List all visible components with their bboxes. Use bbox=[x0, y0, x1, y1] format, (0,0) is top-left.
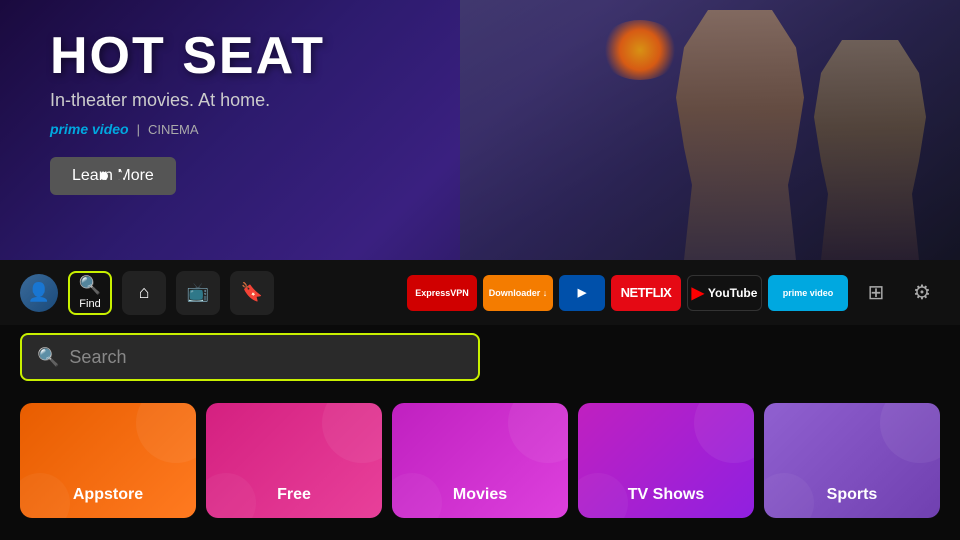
search-bar[interactable]: 🔍 Search bbox=[20, 333, 480, 381]
tile-deco-1 bbox=[136, 403, 196, 463]
free-label: Free bbox=[277, 486, 311, 504]
search-placeholder: Search bbox=[69, 347, 126, 368]
home-button[interactable]: ⌂ bbox=[122, 271, 166, 315]
grid-button[interactable]: ⊞ bbox=[858, 275, 894, 311]
expressvpn-label: ExpressVPN bbox=[415, 288, 469, 298]
tv-icon: 📺 bbox=[187, 282, 209, 303]
sports-label: Sports bbox=[827, 486, 878, 504]
bookmark-icon: 🔖 bbox=[241, 282, 263, 303]
expressvpn-app[interactable]: ExpressVPN bbox=[407, 275, 477, 311]
cinema-label: CINEMA bbox=[148, 122, 199, 137]
youtube-app[interactable]: ▶ YouTube bbox=[687, 275, 762, 311]
avatar[interactable]: 👤 bbox=[20, 274, 58, 312]
youtube-label: YouTube bbox=[708, 286, 758, 300]
free-tile[interactable]: Free bbox=[206, 403, 382, 518]
hero-explosion-effect bbox=[600, 20, 680, 80]
downloader-label: Downloader ↓ bbox=[489, 288, 548, 298]
youtube-play-icon: ▶ bbox=[692, 283, 704, 303]
dot-1 bbox=[100, 172, 108, 180]
prime-video-label: prime video bbox=[783, 288, 834, 298]
movies-tile[interactable]: Movies bbox=[392, 403, 568, 518]
find-label: Find bbox=[79, 298, 100, 310]
downloader-app[interactable]: Downloader ↓ bbox=[483, 275, 553, 311]
find-button[interactable]: 🔍 Find bbox=[68, 271, 112, 315]
search-bar-icon: 🔍 bbox=[37, 347, 59, 368]
hero-separator: | bbox=[137, 122, 140, 137]
tvshows-tile[interactable]: TV Shows bbox=[578, 403, 754, 518]
prime-video-label: prime video bbox=[50, 121, 129, 137]
search-section: 🔍 Search bbox=[0, 325, 960, 389]
tile-deco-2 bbox=[20, 473, 70, 518]
hero-content: HOT SEAT In-theater movies. At home. pri… bbox=[50, 30, 325, 195]
netflix-label: NETFLIX bbox=[621, 285, 672, 300]
tile-deco-2 bbox=[764, 473, 814, 518]
tile-deco-2 bbox=[578, 473, 628, 518]
search-icon: 🔍 bbox=[79, 275, 101, 296]
home-icon: ⌂ bbox=[139, 282, 150, 303]
tile-deco-1 bbox=[508, 403, 568, 463]
tile-deco-1 bbox=[694, 403, 754, 463]
tvshows-label: TV Shows bbox=[628, 486, 704, 504]
appstore-tile[interactable]: Appstore bbox=[20, 403, 196, 518]
hero-brand: prime video | CINEMA bbox=[50, 121, 325, 137]
bookmark-button[interactable]: 🔖 bbox=[230, 271, 274, 315]
tile-deco-2 bbox=[206, 473, 256, 518]
app-shortcuts: ExpressVPN Downloader ↓ ▶ NETFLIX ▶ YouT… bbox=[407, 275, 848, 311]
blue-app[interactable]: ▶ bbox=[559, 275, 605, 311]
grid-icon: ⊞ bbox=[868, 280, 885, 305]
hero-title: HOT SEAT bbox=[50, 30, 325, 82]
avatar-icon: 👤 bbox=[28, 282, 50, 303]
settings-button[interactable]: ⚙ bbox=[904, 275, 940, 311]
hero-subtitle: In-theater movies. At home. bbox=[50, 90, 325, 111]
category-tiles: Appstore Free Movies TV Shows Sports bbox=[0, 393, 960, 528]
hero-dots bbox=[100, 172, 124, 180]
tile-deco-1 bbox=[322, 403, 382, 463]
dot-2 bbox=[116, 172, 124, 180]
netflix-app[interactable]: NETFLIX bbox=[611, 275, 681, 311]
tile-deco-2 bbox=[392, 473, 442, 518]
gear-icon: ⚙ bbox=[913, 280, 931, 305]
blue-app-icon: ▶ bbox=[578, 286, 586, 299]
movies-label: Movies bbox=[453, 486, 507, 504]
sports-tile[interactable]: Sports bbox=[764, 403, 940, 518]
prime-video-app[interactable]: prime video bbox=[768, 275, 848, 311]
hero-banner: HOT SEAT In-theater movies. At home. pri… bbox=[0, 0, 960, 260]
tile-deco-1 bbox=[880, 403, 940, 463]
tv-button[interactable]: 📺 bbox=[176, 271, 220, 315]
appstore-label: Appstore bbox=[73, 486, 143, 504]
navbar: 👤 🔍 Find ⌂ 📺 🔖 ExpressVPN Downloader ↓ ▶… bbox=[0, 260, 960, 325]
